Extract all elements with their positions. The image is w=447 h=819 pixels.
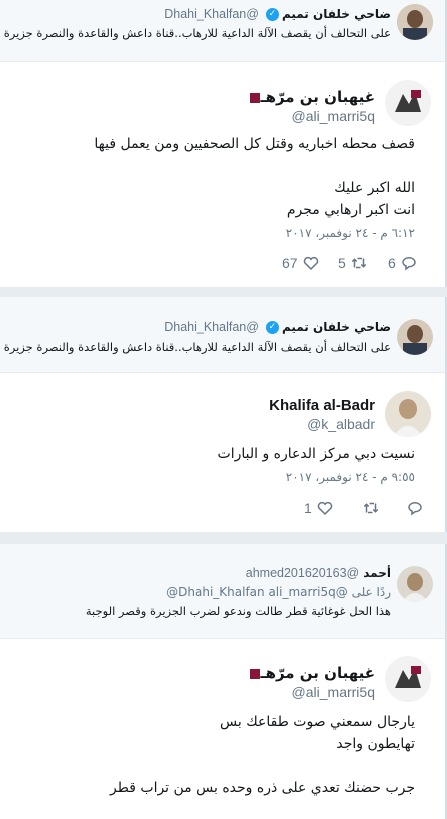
retweet-button[interactable] <box>358 499 380 517</box>
author-handle[interactable]: @ali_marri5q <box>292 684 375 700</box>
reply-icon <box>408 502 422 516</box>
tweet-timestamp[interactable]: ٦:١٢ م - ٢٤ نوفمبر، ٢٠١٧ <box>286 226 415 240</box>
reply-button[interactable]: 6 <box>388 254 418 272</box>
quoted-handle[interactable]: @Dhahi_Khalfan <box>164 320 259 334</box>
tweet-text-line: يارجال سمعني صوت طقاعك بس <box>220 714 415 730</box>
quoted-avatar[interactable] <box>397 319 433 355</box>
tweet-card-1[interactable]: ضاحي خلفان تميم✓ @Dhahi_Khalfan على التحا… <box>0 0 447 287</box>
retweet-icon <box>351 257 367 269</box>
reply-to-text[interactable]: ردًا على @Dhahi_Khalfan ali_marri5q@ <box>166 585 391 599</box>
tweet-text-line: جرب حضنك تعدي على ذره وحده بس من تراب قط… <box>110 780 415 796</box>
quoted-tweet-2[interactable]: ضاحي خلفان تميم✓ @Dhahi_Khalfan على التحا… <box>0 297 445 373</box>
tweet-text-line: قصف محطه اخباريه وقتل كل الصحفيين ومن يع… <box>94 136 415 152</box>
quoted-name[interactable]: ضاحي خلفان تميم <box>282 7 391 21</box>
quoted-tweet-1[interactable]: ضاحي خلفان تميم✓ @Dhahi_Khalfan على التحا… <box>0 0 445 62</box>
like-button[interactable]: 67 <box>282 254 320 272</box>
quoted-name[interactable]: أحمد <box>363 566 391 580</box>
tweet-text-line: نسيت دبي مركز الدعاره و البارات <box>217 446 415 462</box>
quoted-avatar[interactable] <box>397 4 433 40</box>
tweet-timestamp[interactable]: ٩:٥٥ م - ٢٤ نوفمبر، ٢٠١٧ <box>286 470 415 484</box>
tweet-card-3[interactable]: أحمد@ahmed201620163 ردًا على @Dhahi_Khal… <box>0 544 447 819</box>
quoted-header: ضاحي خلفان تميم✓ @Dhahi_Khalfan <box>164 320 391 334</box>
reply-button[interactable] <box>402 499 424 517</box>
like-button[interactable]: 1 <box>304 499 334 517</box>
tweet-text-line: تهايطون واجد <box>336 736 415 752</box>
qatar-flag-icon <box>246 668 261 679</box>
quoted-avatar[interactable] <box>397 566 433 602</box>
quoted-text: على التحالف أن يقصف الآلة الداعية للارها… <box>0 26 391 40</box>
author-name[interactable]: غيهبان بن مرّهـ <box>243 88 375 106</box>
quoted-text: هذا الحل غوغائية قطر طالت وندعو لضرب الج… <box>85 604 391 618</box>
verified-icon: ✓ <box>265 321 279 334</box>
quoted-text: على التحالف أن يقصف الآلة الداعية للارها… <box>0 340 391 354</box>
qatar-flag-icon <box>246 92 261 103</box>
author-avatar[interactable] <box>385 656 431 702</box>
quoted-name[interactable]: ضاحي خلفان تميم <box>282 320 391 334</box>
author-handle[interactable]: @k_albadr <box>307 416 375 432</box>
quoted-tweet-3[interactable]: أحمد@ahmed201620163 ردًا على @Dhahi_Khal… <box>0 544 445 639</box>
author-name[interactable]: غيهبان بن مرّهـ <box>243 664 375 682</box>
quoted-handle[interactable]: @ahmed201620163 <box>246 566 360 580</box>
author-avatar[interactable] <box>385 391 431 437</box>
reply-icon <box>402 257 416 271</box>
tweet-text-line: انت اكبر ارهابي مجرم <box>286 202 415 218</box>
quoted-handle[interactable]: @Dhahi_Khalfan <box>164 7 259 21</box>
author-avatar[interactable] <box>385 80 431 126</box>
quoted-header: ضاحي خلفان تميم✓ @Dhahi_Khalfan <box>164 7 391 21</box>
heart-icon <box>317 501 333 516</box>
tweet-card-2[interactable]: ضاحي خلفان تميم✓ @Dhahi_Khalfan على التحا… <box>0 297 447 532</box>
author-handle[interactable]: @ali_marri5q <box>292 108 375 124</box>
tweet-text-line: الله اكبر عليك <box>334 180 415 196</box>
retweet-icon <box>363 502 379 514</box>
retweet-button[interactable]: 5 <box>338 254 368 272</box>
author-name[interactable]: Khalifa al-Badr <box>269 397 375 414</box>
heart-icon <box>303 256 318 271</box>
verified-icon: ✓ <box>265 8 279 21</box>
quoted-header: أحمد@ahmed201620163 <box>246 566 391 580</box>
